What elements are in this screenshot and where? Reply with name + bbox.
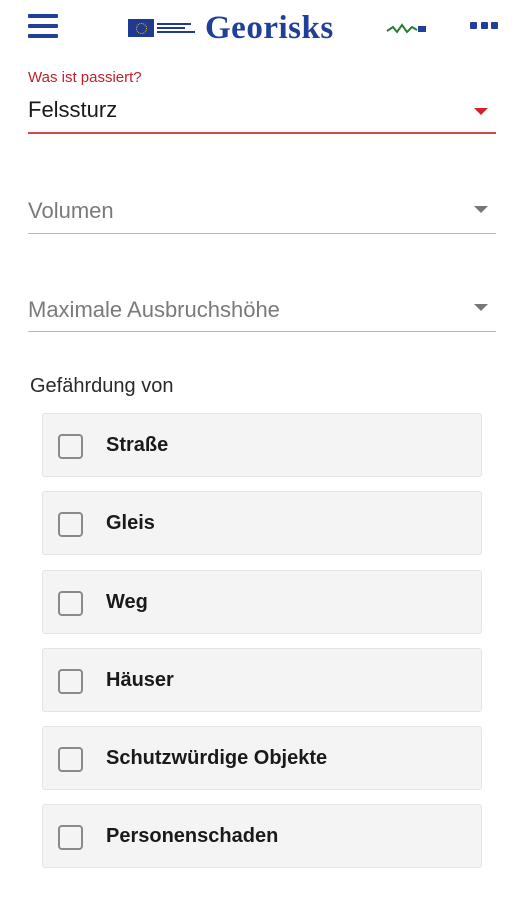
hazard-option-label: Schutzwürdige Objekte: [106, 747, 328, 769]
hazard-option-path[interactable]: Weg: [42, 570, 482, 634]
hazard-option-label: Gleis: [106, 512, 155, 534]
incident-type-value: Felssturz: [28, 97, 118, 122]
checkbox[interactable]: [58, 669, 83, 694]
more-options-icon[interactable]: [470, 22, 498, 30]
app-header: Georisks: [0, 0, 524, 60]
max-height-placeholder: Maximale Ausbruchshöhe: [28, 297, 280, 322]
hamburger-menu-icon[interactable]: [28, 14, 58, 38]
hazard-option-label: Weg: [106, 591, 148, 613]
hazard-option-houses[interactable]: Häuser: [42, 648, 482, 712]
max-height-select[interactable]: Maximale Ausbruchshöhe: [28, 288, 496, 334]
incident-type-select[interactable]: Was ist passiert? Felssturz: [28, 64, 496, 136]
eu-flag-icon: [128, 19, 154, 37]
checkbox[interactable]: [58, 591, 83, 616]
incident-type-label: Was ist passiert?: [28, 69, 142, 86]
hazard-option-personal-injury[interactable]: Personenschaden: [42, 804, 482, 868]
checkbox[interactable]: [58, 434, 83, 459]
hazard-option-track[interactable]: Gleis: [42, 491, 482, 555]
field-underline: [28, 331, 496, 332]
dropdown-arrow-icon: [474, 304, 488, 311]
checkbox[interactable]: [58, 747, 83, 772]
eu-logo: [128, 19, 196, 37]
volume-placeholder: Volumen: [28, 198, 114, 223]
hazard-option-protected-objects[interactable]: Schutzwürdige Objekte: [42, 726, 482, 790]
hazard-option-label: Häuser: [106, 669, 174, 691]
checkbox[interactable]: [58, 825, 83, 850]
hazard-option-label: Personenschaden: [106, 825, 279, 847]
dropdown-arrow-icon: [474, 206, 488, 213]
field-underline: [28, 132, 496, 134]
partner-logo: [386, 23, 426, 34]
app-title: Georisks: [205, 10, 334, 46]
hazard-section-label: Gefährdung von: [30, 375, 174, 397]
checkbox[interactable]: [58, 512, 83, 537]
volume-select[interactable]: Volumen: [28, 190, 496, 236]
dropdown-arrow-icon: [474, 108, 488, 115]
field-underline: [28, 233, 496, 234]
hazard-option-label: Straße: [106, 434, 169, 456]
hazard-option-road[interactable]: Straße: [42, 413, 482, 477]
